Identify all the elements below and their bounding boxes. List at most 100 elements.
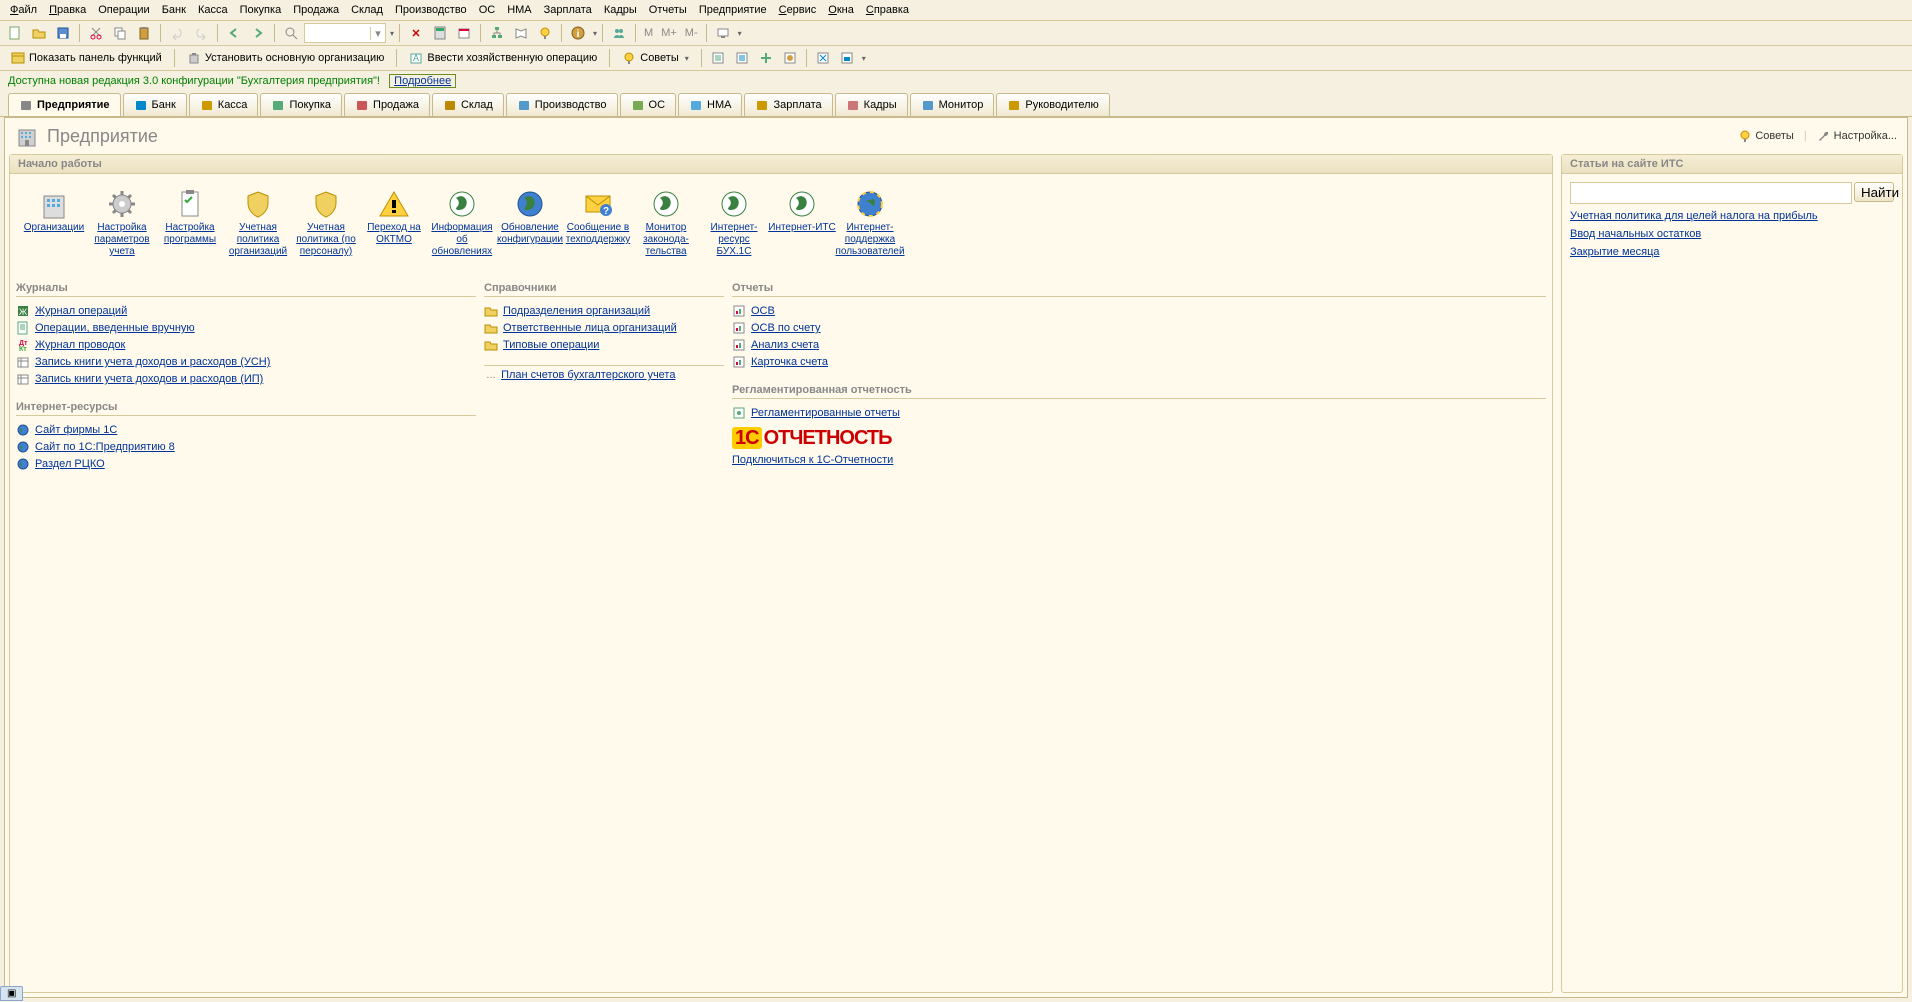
start-item-сообщение[interactable]: ?Сообщение в техподдержку xyxy=(564,188,632,258)
tab-нма[interactable]: НМА xyxy=(678,93,742,116)
iresource-link[interactable]: Сайт по 1С:Предприятию 8 xyxy=(35,441,175,453)
show-panel-button[interactable]: Показать панель функций xyxy=(4,47,169,69)
search-icon[interactable] xyxy=(280,22,302,44)
its-link[interactable]: Учетная политика для целей налога на при… xyxy=(1570,210,1894,222)
bulb-icon[interactable] xyxy=(534,22,556,44)
advice-link[interactable]: Советы xyxy=(1738,129,1793,143)
undo-icon[interactable] xyxy=(166,22,188,44)
start-item-label[interactable]: Организации xyxy=(24,222,84,234)
tab-покупка[interactable]: Покупка xyxy=(260,93,342,116)
regrep-link[interactable]: Регламентированные отчеты xyxy=(751,407,900,419)
report-link[interactable]: Карточка счета xyxy=(751,356,828,368)
settings-link[interactable]: Настройка... xyxy=(1817,129,1897,143)
menu-касса[interactable]: Касса xyxy=(192,0,234,20)
its-link[interactable]: Закрытие месяца xyxy=(1570,246,1894,258)
menu-производство[interactable]: Производство xyxy=(389,0,473,20)
tab-предприятие[interactable]: Предприятие xyxy=(8,93,121,116)
menu-окна[interactable]: Окна xyxy=(822,0,860,20)
dropdown-icon[interactable]: ▾ xyxy=(738,29,742,38)
nav-fwd-icon[interactable] xyxy=(247,22,269,44)
journal-link[interactable]: Журнал операций xyxy=(35,305,127,317)
tab-зарплата[interactable]: Зарплата xyxy=(744,93,832,116)
start-item-учетная[interactable]: Учетная политика (по персоналу) xyxy=(292,188,360,258)
ref-link[interactable]: Подразделения организаций xyxy=(503,305,650,317)
new-doc-icon[interactable] xyxy=(4,22,26,44)
its-search-input[interactable] xyxy=(1570,182,1852,204)
qtool6-icon[interactable] xyxy=(836,47,858,69)
report-link[interactable]: ОСВ по счету xyxy=(751,322,821,334)
tab-продажа[interactable]: Продажа xyxy=(344,93,430,116)
journal-link[interactable]: Операции, введенные вручную xyxy=(35,322,195,334)
advice-button[interactable]: Советы ▾ xyxy=(615,47,696,69)
start-item-label[interactable]: Информация об обновлениях xyxy=(428,222,496,258)
start-item-label[interactable]: Интернет-ресурс БУХ.1С xyxy=(700,222,768,258)
start-item-label[interactable]: Настройка программы xyxy=(156,222,224,246)
menu-нма[interactable]: НМА xyxy=(501,0,537,20)
start-item-интернет-итс[interactable]: Интернет-ИТС xyxy=(768,188,836,258)
plan-link[interactable]: План счетов бухгалтерского учета xyxy=(501,369,675,381)
menu-сервис[interactable]: Сервис xyxy=(773,0,823,20)
tab-руководителю[interactable]: Руководителю xyxy=(996,93,1109,116)
journal-link[interactable]: Запись книги учета доходов и расходов (У… xyxy=(35,356,270,368)
calc-icon[interactable] xyxy=(429,22,451,44)
save-icon[interactable] xyxy=(52,22,74,44)
paste-icon[interactable] xyxy=(133,22,155,44)
m-plus-label[interactable]: M+ xyxy=(658,27,680,39)
dropdown-icon[interactable]: ▾ xyxy=(390,29,394,38)
dropdown-icon[interactable]: ▾ xyxy=(593,29,597,38)
info-more-link[interactable]: Подробнее xyxy=(389,74,456,88)
report-link[interactable]: ОСВ xyxy=(751,305,775,317)
connect-1c-link[interactable]: Подключиться к 1С-Отчетности xyxy=(732,454,893,466)
search-combo[interactable]: ▾ xyxy=(304,23,386,43)
users-icon[interactable] xyxy=(608,22,630,44)
set-main-org-button[interactable]: Установить основную организацию xyxy=(180,47,392,69)
menu-предприятие[interactable]: Предприятие xyxy=(693,0,773,20)
report-link[interactable]: Анализ счета xyxy=(751,339,819,351)
calendar-icon[interactable] xyxy=(453,22,475,44)
tree-icon[interactable] xyxy=(486,22,508,44)
tab-банк[interactable]: Банк xyxy=(123,93,187,116)
tab-производство[interactable]: Производство xyxy=(506,93,618,116)
nav-back-icon[interactable] xyxy=(223,22,245,44)
menu-операции[interactable]: Операции xyxy=(92,0,155,20)
start-item-настройка[interactable]: Настройка параметров учета xyxy=(88,188,156,258)
ref-link[interactable]: Ответственные лица организаций xyxy=(503,322,677,334)
tab-склад[interactable]: Склад xyxy=(432,93,504,116)
menu-правка[interactable]: Правка xyxy=(43,0,92,20)
ref-link[interactable]: Типовые операции xyxy=(503,339,599,351)
menu-покупка[interactable]: Покупка xyxy=(234,0,288,20)
find-button[interactable]: Найти xyxy=(1854,182,1894,202)
start-item-обновление[interactable]: Обновление конфигурации xyxy=(496,188,564,258)
iresource-link[interactable]: Раздел РЦКО xyxy=(35,458,105,470)
start-item-учетная[interactable]: Учетная политика организаций xyxy=(224,188,292,258)
dropdown-icon[interactable]: ▾ xyxy=(862,54,866,63)
start-item-label[interactable]: Сообщение в техподдержку xyxy=(564,222,632,246)
its-link[interactable]: Ввод начальных остатков xyxy=(1570,228,1894,240)
menu-кадры[interactable]: Кадры xyxy=(598,0,643,20)
m-label[interactable]: M xyxy=(641,27,656,39)
start-item-интернет-поддержка[interactable]: Интернет-поддержка пользователей xyxy=(836,188,904,258)
menu-ос[interactable]: ОС xyxy=(473,0,502,20)
start-item-интернет-ресурс[interactable]: Интернет-ресурс БУХ.1С xyxy=(700,188,768,258)
menu-продажа[interactable]: Продажа xyxy=(287,0,345,20)
menu-зарплата[interactable]: Зарплата xyxy=(538,0,598,20)
qtool1-icon[interactable] xyxy=(707,47,729,69)
journal-link[interactable]: Запись книги учета доходов и расходов (И… xyxy=(35,373,263,385)
start-item-label[interactable]: Интернет-поддержка пользователей xyxy=(835,222,904,258)
menu-склад[interactable]: Склад xyxy=(345,0,389,20)
start-item-label[interactable]: Учетная политика организаций xyxy=(224,222,292,258)
tab-кадры[interactable]: Кадры xyxy=(835,93,908,116)
qtool2-icon[interactable] xyxy=(731,47,753,69)
menu-файл[interactable]: Файл xyxy=(4,0,43,20)
start-item-label[interactable]: Обновление конфигурации xyxy=(496,222,564,246)
close-x-icon[interactable]: ✕ xyxy=(405,22,427,44)
menu-отчеты[interactable]: Отчеты xyxy=(643,0,693,20)
qtool3-icon[interactable] xyxy=(755,47,777,69)
screen-icon[interactable] xyxy=(712,22,734,44)
start-item-label[interactable]: Монитор законода- тельства xyxy=(632,222,700,258)
copy-icon[interactable] xyxy=(109,22,131,44)
start-item-переход[interactable]: Переход на ОКТМО xyxy=(360,188,428,258)
redo-icon[interactable] xyxy=(190,22,212,44)
journal-link[interactable]: Журнал проводок xyxy=(35,339,125,351)
start-item-информация[interactable]: Информация об обновлениях xyxy=(428,188,496,258)
